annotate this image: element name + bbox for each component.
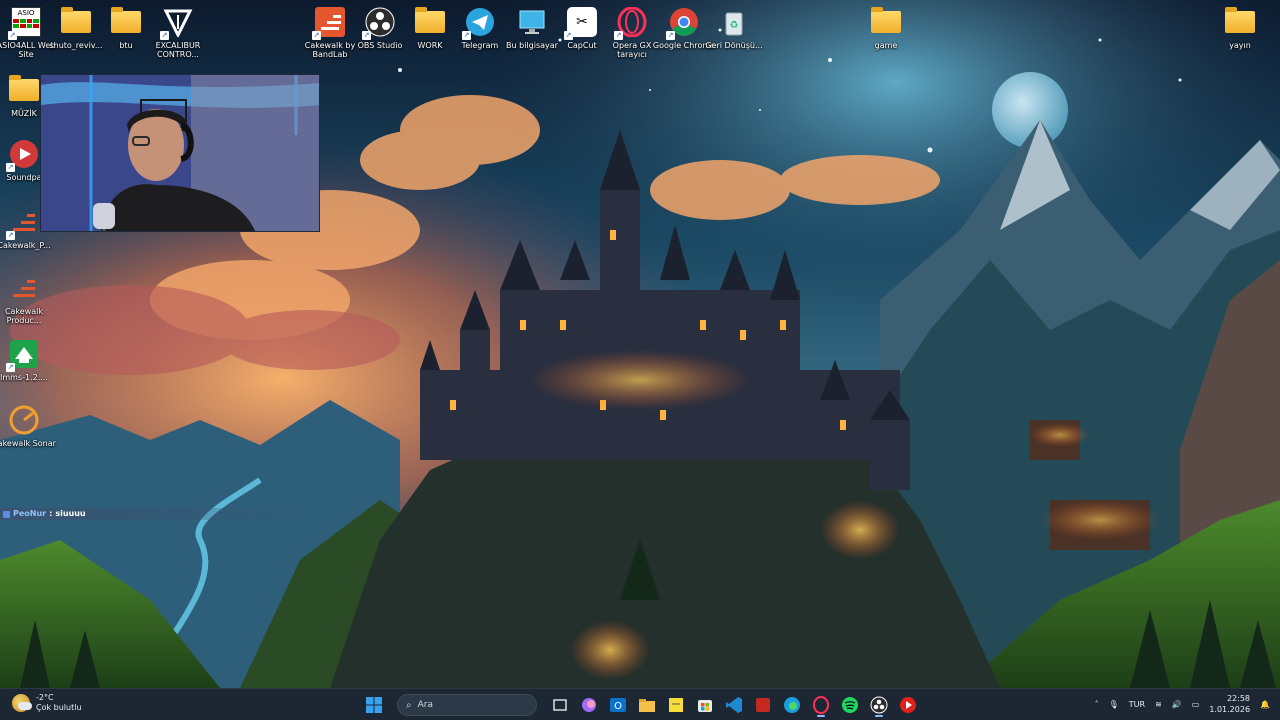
taskbar-edge[interactable]: [780, 693, 804, 717]
taskbar-copilot[interactable]: [577, 693, 601, 717]
chat-message: PeoNur : siuuuu: [0, 508, 300, 520]
taskbar-obs[interactable]: [867, 693, 891, 717]
cakewalk-icon: [756, 698, 770, 712]
desktop-icon-cakewalk-sonar[interactable]: Cakewalk Sonar: [0, 404, 56, 448]
weather-cloudy-icon: [12, 694, 32, 712]
soundpad-icon: ↗: [6, 138, 40, 172]
weather-temp: -2°C: [36, 693, 54, 702]
taskbar-cakewalk[interactable]: [751, 693, 775, 717]
sonar-icon: [8, 404, 40, 436]
taskbar-opera-gx[interactable]: [809, 693, 833, 717]
desktop-icon-lmms[interactable]: ↗ lmms-1.2....: [0, 338, 54, 382]
chrome-icon: ↗: [666, 6, 700, 40]
taskbar: -2°C Çok bulutlu ⌕ Ara O ˄ 🎙 TUR ≋ 🔊 ▭ 2…: [0, 688, 1280, 720]
opera-gx-icon: [813, 696, 829, 714]
store-icon: [698, 700, 712, 712]
folder-icon: [1224, 6, 1256, 38]
clock-date: 1.01.2026: [1209, 705, 1251, 714]
capcut-icon: ✂ ↗: [564, 6, 598, 40]
system-tray: ˄ 🎙 TUR ≋ 🔊 ▭ 22:58 1.01.2026 🔔: [1095, 693, 1270, 715]
task-view-button[interactable]: [548, 693, 572, 717]
desktop-icon-label: game: [874, 41, 898, 50]
excalibur-icon: ↗: [160, 6, 194, 40]
opera-gx-icon: ↗: [614, 6, 648, 40]
asio4all-icon: ASIO ↗: [8, 6, 42, 40]
speaker-icon[interactable]: 🔊: [1172, 700, 1182, 709]
chat-separator: :: [49, 509, 53, 518]
search-icon: ⌕: [406, 699, 412, 711]
svg-text:♻: ♻: [730, 20, 739, 31]
weather-desc: Çok bulutlu: [36, 703, 82, 712]
microphone-icon[interactable]: 🎙: [1109, 700, 1119, 709]
file-explorer-icon: [639, 699, 655, 712]
search-box[interactable]: ⌕ Ara: [397, 694, 537, 716]
task-view-icon: [553, 699, 567, 711]
obs-icon: ↗: [362, 6, 396, 40]
search-placeholder: Ara: [417, 700, 433, 710]
chevron-up-icon[interactable]: ˄: [1095, 700, 1099, 709]
folder-icon: [414, 6, 446, 38]
weather-widget[interactable]: -2°C Çok bulutlu: [12, 693, 82, 713]
desktop-icon-label: Cakewalk Produc...: [4, 307, 44, 325]
desktop-icon-label: EXCALIBUR CONTRO...: [155, 41, 201, 59]
cakewalk-icon: ↗: [312, 6, 346, 40]
taskbar-file-explorer[interactable]: [635, 693, 659, 717]
start-button[interactable]: [362, 693, 386, 717]
desktop-icon-opera-gx[interactable]: ↗ Opera GX tarayıcı: [602, 6, 662, 59]
desktop-icon-label: Cakewalk Sonar: [0, 439, 56, 448]
desktop-icon-label: Geri Dönüşü...: [705, 41, 763, 50]
computer-icon: [516, 6, 548, 38]
recycle-bin-icon: ♻: [718, 6, 750, 38]
vscode-icon: [726, 697, 742, 713]
folder-icon: [8, 74, 40, 106]
wifi-icon[interactable]: ≋: [1155, 700, 1162, 709]
clock-time: 22:58: [1226, 694, 1251, 703]
lmms-icon: ↗: [6, 338, 40, 372]
desktop-icon-label: yayın: [1229, 41, 1251, 50]
telegram-icon: ↗: [462, 6, 496, 40]
sticky-notes-icon: [669, 698, 683, 712]
taskbar-sticky-notes[interactable]: [664, 693, 688, 717]
edge-icon: [784, 697, 800, 713]
copilot-icon: [582, 698, 596, 712]
chat-username: PeoNur: [13, 509, 47, 518]
desktop-icon-excalibur[interactable]: ↗ EXCALIBUR CONTRO...: [148, 6, 208, 59]
webcam-overlay: [40, 74, 320, 232]
outlook-icon: O: [610, 698, 626, 712]
desktop-icon-yayin[interactable]: yayın: [1210, 6, 1270, 50]
language-indicator[interactable]: TUR: [1129, 700, 1145, 709]
desktop-icon-cakewalk-produc[interactable]: Cakewalk Produc...: [0, 272, 54, 325]
taskbar-vscode[interactable]: [722, 693, 746, 717]
taskbar-apps: ⌕ Ara O: [362, 693, 920, 717]
folder-icon: [110, 6, 142, 38]
notification-bell-icon[interactable]: 🔔: [1260, 700, 1270, 709]
battery-icon[interactable]: ▭: [1192, 700, 1200, 709]
folder-icon: [60, 6, 92, 38]
desktop-icon-label: lmms-1.2....: [0, 373, 48, 382]
obs-icon: [870, 696, 888, 714]
windows-icon: [366, 697, 382, 713]
desktop-icon-label: Cakewalk_P...: [0, 241, 51, 250]
cakewalk-icon: ↗: [6, 206, 40, 240]
desktop-icon-recycle-bin[interactable]: ♻ Geri Dönüşü...: [704, 6, 764, 50]
taskbar-outlook[interactable]: O: [606, 693, 630, 717]
taskbar-spotify[interactable]: [838, 693, 862, 717]
folder-icon: [870, 6, 902, 38]
chat-text: siuuuu: [55, 509, 86, 518]
svg-text:O: O: [614, 701, 622, 712]
spotify-icon: [842, 697, 858, 713]
taskbar-store[interactable]: [693, 693, 717, 717]
chat-badge-icon: [3, 510, 10, 518]
play-icon: [900, 697, 916, 713]
taskbar-youtube-music[interactable]: [896, 693, 920, 717]
desktop-icon-game[interactable]: game: [856, 6, 916, 50]
cakewalk-icon: [8, 272, 40, 304]
clock[interactable]: 22:58 1.01.2026: [1209, 693, 1250, 715]
